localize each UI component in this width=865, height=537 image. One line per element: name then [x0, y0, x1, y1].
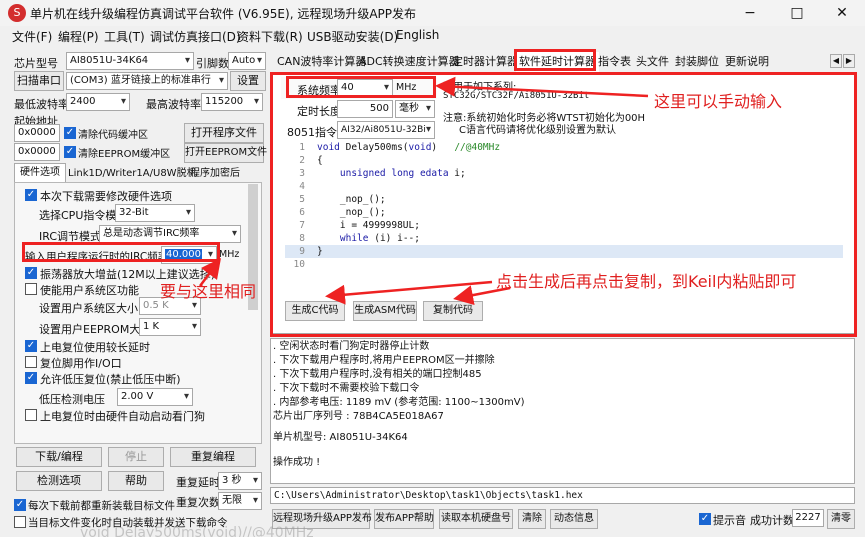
- arrow-to-copy: [453, 285, 511, 305]
- arrow-to-sysfreq: [435, 76, 649, 98]
- arrow-to-irc-freq: [199, 258, 221, 287]
- annotation-arrows: [199, 76, 649, 305]
- arrow-to-generate: [325, 280, 493, 305]
